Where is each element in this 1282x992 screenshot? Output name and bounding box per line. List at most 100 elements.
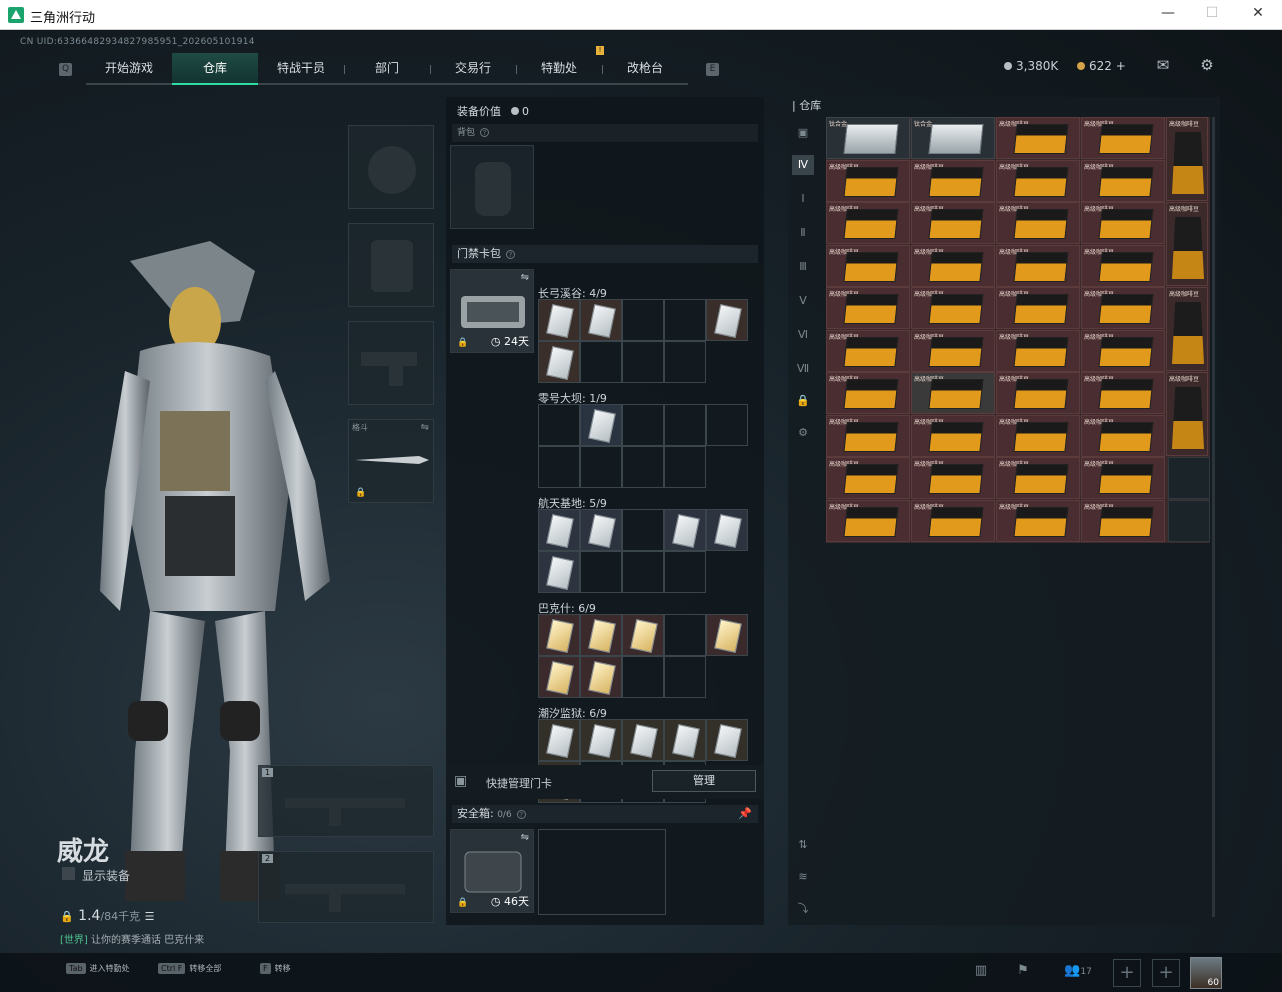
armor-slot[interactable]: [348, 223, 434, 307]
keycard-group-grid[interactable]: [538, 299, 752, 383]
keycard-empty-slot[interactable]: [622, 446, 664, 488]
pistol-slot[interactable]: [348, 321, 434, 405]
keycard-item[interactable]: [580, 299, 622, 341]
safebox-slot[interactable]: ⇋ 🔒 ◷ 46天: [450, 829, 534, 913]
keycard-item[interactable]: [706, 614, 748, 656]
primary-weapon-slot-1[interactable]: 1: [258, 765, 434, 837]
coffee-beans-item[interactable]: 高级咖啡豆: [1081, 329, 1165, 372]
coffee-beans-item[interactable]: 高级咖啡豆: [1081, 159, 1165, 202]
manage-button[interactable]: 管理: [652, 770, 756, 792]
coin-balance[interactable]: 3,380K: [1004, 59, 1058, 73]
empty-slot[interactable]: [1168, 457, 1210, 499]
lock-icon[interactable]: 🔒: [792, 391, 814, 411]
coffee-beans-item[interactable]: 高级咖啡豆: [1081, 414, 1165, 457]
keycard-empty-slot[interactable]: [622, 299, 664, 341]
keycard-item[interactable]: [538, 341, 580, 383]
coffee-beans-item[interactable]: 高级咖啡豆: [826, 457, 910, 499]
invite-slot-button[interactable]: +: [1113, 959, 1141, 987]
stats-icon[interactable]: ▥: [972, 963, 990, 981]
keycard-item[interactable]: [580, 656, 622, 698]
coffee-beans-item[interactable]: 高级咖啡豆: [1081, 117, 1165, 159]
keycard-item[interactable]: [538, 551, 580, 593]
keycard-empty-slot[interactable]: [622, 509, 664, 551]
keycard-empty-slot[interactable]: [706, 404, 748, 446]
coffee-beans-item[interactable]: 高级咖啡豆: [996, 372, 1080, 414]
warehouse-tab-7-icon[interactable]: Ⅶ: [792, 359, 814, 379]
keycard-group-grid[interactable]: [538, 614, 752, 698]
coffee-beans-item[interactable]: 高级咖啡豆: [1081, 202, 1165, 244]
coffee-beans-item[interactable]: 高级咖啡豆: [911, 499, 995, 542]
keycard-empty-slot[interactable]: [664, 551, 706, 593]
coffee-beans-item[interactable]: 高级咖啡豆: [911, 414, 995, 457]
coffee-beans-item[interactable]: 高级咖啡豆: [996, 414, 1080, 457]
keycard-item[interactable]: [538, 719, 580, 761]
coffee-beans-item[interactable]: 高级咖啡豆: [1081, 287, 1165, 329]
coffee-beans-item[interactable]: 高级咖啡豆: [996, 287, 1080, 329]
coffee-beans-item[interactable]: 高级咖啡豆: [911, 287, 995, 329]
scrollbar[interactable]: [1212, 117, 1215, 917]
keycard-item[interactable]: [538, 299, 580, 341]
keycard-empty-slot[interactable]: [664, 341, 706, 383]
primary-weapon-slot-2[interactable]: 2: [258, 851, 434, 923]
bond-balance[interactable]: 622 +: [1077, 59, 1126, 73]
keycard-empty-slot[interactable]: [664, 446, 706, 488]
titanium-item[interactable]: 钛合金: [911, 117, 995, 159]
nav-prev-key[interactable]: Q: [59, 63, 72, 76]
coffee-beans-item[interactable]: 高级咖啡豆: [996, 117, 1080, 159]
minimize-button[interactable]: —: [1158, 5, 1178, 25]
coffee-beans-item[interactable]: 高级咖啡豆: [911, 372, 995, 414]
keycard-item[interactable]: [538, 656, 580, 698]
coffee-beans-item[interactable]: 高级咖啡豆: [911, 329, 995, 372]
settings-gear-icon[interactable]: ⚙: [792, 423, 814, 443]
mail-icon[interactable]: ✉: [1154, 57, 1172, 73]
keycard-empty-slot[interactable]: [538, 446, 580, 488]
tab-department[interactable]: 部门: [344, 53, 430, 85]
coffee-beans-item[interactable]: 高级咖啡豆: [911, 159, 995, 202]
helmet-slot[interactable]: [348, 125, 434, 209]
hint-special-ops[interactable]: Tab 进入特勤处: [66, 963, 130, 974]
keycard-item[interactable]: [580, 404, 622, 446]
hint-transfer[interactable]: F 转移: [260, 963, 291, 974]
show-equipment-checkbox[interactable]: [62, 867, 75, 880]
backpack-slot[interactable]: [450, 145, 534, 229]
keycard-empty-slot[interactable]: [664, 656, 706, 698]
warehouse-tab-2-icon[interactable]: Ⅱ: [792, 223, 814, 243]
help-icon[interactable]: ?: [506, 250, 515, 259]
maximize-button[interactable]: ☐: [1202, 5, 1222, 25]
coffee-beans-item[interactable]: 高级咖啡豆: [996, 457, 1080, 499]
nav-next-key[interactable]: E: [706, 63, 719, 76]
swap-icon[interactable]: ⇋: [521, 272, 529, 283]
keycard-empty-slot[interactable]: [664, 299, 706, 341]
coffee-beans-item[interactable]: 高级咖啡豆: [826, 287, 910, 329]
sort-icon[interactable]: ⇅: [792, 835, 814, 855]
keycard-item[interactable]: [622, 719, 664, 761]
tab-gunsmith[interactable]: 改枪台: [602, 53, 688, 85]
coffee-beans-item[interactable]: 高级咖啡豆: [911, 202, 995, 244]
keycard-empty-slot[interactable]: [622, 551, 664, 593]
coffee-beans-item[interactable]: 高级咖啡豆: [826, 372, 910, 414]
tab-warehouse[interactable]: 仓库: [172, 53, 258, 85]
keycard-item[interactable]: [622, 614, 664, 656]
coffee-beans-item[interactable]: 高级咖啡豆: [826, 244, 910, 287]
keycard-empty-slot[interactable]: [622, 656, 664, 698]
list-icon[interactable]: ☰: [145, 910, 155, 923]
tab-trade[interactable]: 交易行: [430, 53, 516, 85]
coffee-beans-item[interactable]: 高级咖啡豆: [996, 202, 1080, 244]
player-avatar[interactable]: 60: [1190, 957, 1222, 989]
keycard-item[interactable]: [706, 509, 748, 551]
melee-slot[interactable]: 格斗 ⇋ 🔒: [348, 419, 434, 503]
add-bond-button[interactable]: +: [1116, 59, 1126, 73]
coffee-beans-item[interactable]: 高级咖啡豆: [826, 329, 910, 372]
keycard-item[interactable]: [664, 509, 706, 551]
coffee-beans-item[interactable]: 高级咖啡豆: [996, 499, 1080, 542]
help-icon[interactable]: ?: [480, 128, 490, 137]
safebox-grid[interactable]: [538, 829, 666, 915]
keycard-item[interactable]: [580, 719, 622, 761]
settings-gear-icon[interactable]: ⚙: [1198, 57, 1216, 73]
keycard-item[interactable]: [706, 299, 748, 341]
keycard-empty-slot[interactable]: [664, 404, 706, 446]
coffee-beans-item[interactable]: 高级咖啡豆: [826, 159, 910, 202]
keycard-empty-slot[interactable]: [538, 404, 580, 446]
coffee-beans-item[interactable]: 高级咖啡豆: [826, 202, 910, 244]
coffee-bag-item[interactable]: 高级咖啡豆: [1166, 202, 1208, 286]
